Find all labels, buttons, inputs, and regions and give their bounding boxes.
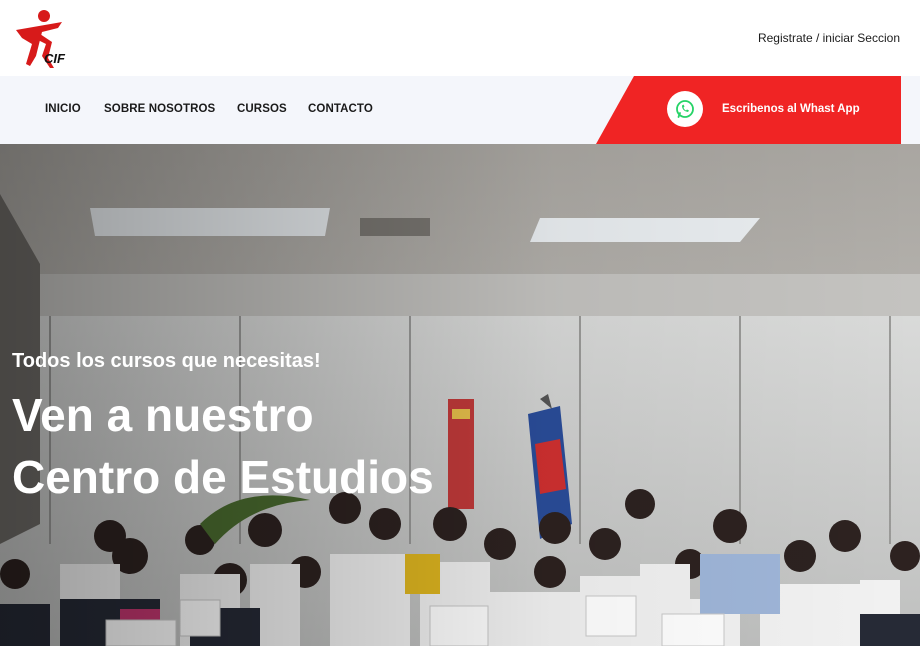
nav-item-inicio[interactable]: INICIO [45, 103, 81, 115]
nav-item-cursos[interactable]: CURSOS [237, 103, 287, 115]
hero-subtitle: Todos los cursos que necesitas! [12, 350, 321, 372]
hero-title-line-1: Ven a nuestro [12, 389, 314, 441]
hero-banner: Todos los cursos que necesitas! Ven a nu… [0, 144, 920, 646]
whatsapp-icon[interactable] [667, 91, 703, 127]
nav-item-sobre-nosotros[interactable]: SOBRE NOSOTROS [104, 103, 215, 115]
nav-item-contacto[interactable]: CONTACTO [308, 103, 373, 115]
hero-title-line-2: Centro de Estudios [12, 451, 434, 503]
top-header: CIF Registrate / iniciar Seccion [0, 0, 920, 76]
hero-title: Ven a nuestro Centro de Estudios [12, 384, 572, 508]
whatsapp-link[interactable]: Escribenos al Whast App [722, 103, 860, 115]
register-login-link[interactable]: Registrate / iniciar Seccion [758, 31, 900, 45]
logo-text: CIF [44, 51, 65, 66]
